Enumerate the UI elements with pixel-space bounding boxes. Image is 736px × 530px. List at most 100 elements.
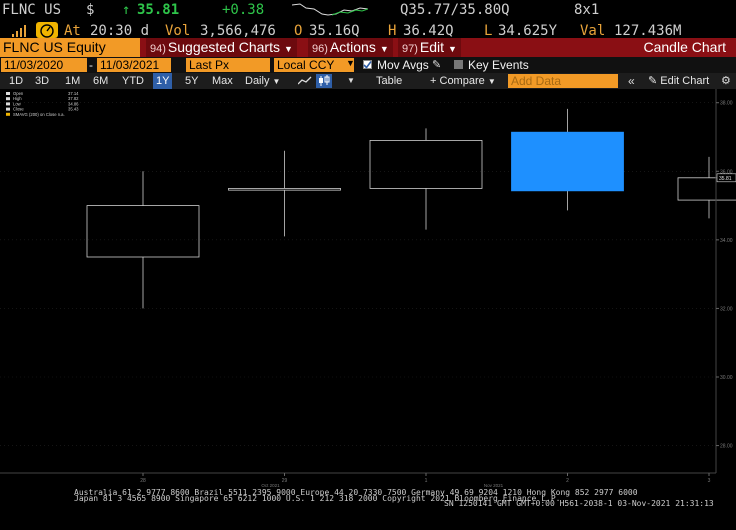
bid-ask: Q35.77/35.80Q — [400, 2, 510, 18]
candle-body — [228, 188, 341, 191]
legend-swatch — [6, 112, 10, 116]
last-time: 20:30 d — [90, 23, 150, 39]
frequency-select[interactable]: Daily ▼ — [245, 73, 280, 89]
chevron-down-icon: ▼ — [272, 77, 281, 86]
suggested-charts-number: 94) — [150, 43, 166, 55]
security-input[interactable]: FLNC US Equity — [0, 38, 140, 57]
edit-chart-label: Edit Chart — [660, 75, 710, 87]
speedometer-icon[interactable] — [36, 22, 58, 38]
vol-label: Vol — [165, 23, 191, 39]
legend-swatch — [6, 92, 10, 95]
candle-chart-icon[interactable] — [316, 74, 332, 88]
y-tick-label: 30.00 — [720, 375, 733, 381]
collapse-arrows-icon[interactable]: « — [628, 73, 635, 89]
val-label: Val — [580, 23, 606, 39]
legend-value: 35.43 — [68, 107, 79, 112]
candle-body-highlighted — [511, 131, 624, 192]
open-value: 35.16Q — [309, 23, 360, 39]
start-date-input[interactable]: 11/03/2020 — [1, 58, 87, 72]
period-toolbar: 1D 3D 1M 6M YTD 1Y 5Y Max Daily ▼ ▼ Tabl… — [0, 73, 736, 89]
period-3d[interactable]: 3D — [35, 73, 49, 89]
compare-label: Compare — [439, 75, 485, 87]
compare-button[interactable]: + Compare ▼ — [430, 73, 496, 89]
x-axis: 28 29 1 2 3Oct 2021 Nov 2021 — [0, 472, 716, 487]
low-label: L — [484, 23, 493, 39]
bid-ask-size: 8x1 — [574, 2, 600, 18]
chevron-down-icon: ▼ — [283, 44, 293, 54]
frequency-label: Daily — [245, 75, 270, 87]
end-date-input[interactable]: 11/03/2021 — [97, 58, 171, 72]
actions-number: 96) — [312, 43, 328, 55]
traded-value: 127.436M — [614, 23, 682, 39]
ticker-label: FLNC US — [2, 2, 62, 18]
y-axis: 38.0036.0034.0032.0030.0028.0035.81 — [715, 89, 736, 473]
x-tick-label: 28 — [140, 478, 146, 484]
plus-icon: + — [430, 75, 437, 87]
date-range-dash: - — [89, 58, 93, 72]
open-label: O — [294, 23, 303, 39]
chevron-down-icon: ▼ — [487, 77, 496, 86]
add-data-input[interactable]: Add Data — [508, 74, 618, 88]
legend-swatch — [6, 97, 10, 101]
signal-bars-icon — [12, 25, 26, 37]
candle-series — [86, 108, 736, 309]
footer: Australia 61 2 9777 8600 Brazil 5511 239… — [0, 487, 736, 530]
key-events-label: Key Events — [468, 58, 529, 72]
chart-type-title: Candle Chart — [643, 39, 727, 55]
chevron-down-icon: ▼ — [346, 58, 355, 68]
period-1y[interactable]: 1Y — [153, 73, 173, 89]
last-price-label: 35.81 — [719, 176, 732, 182]
edit-button[interactable]: 97) Edit ▼ — [398, 38, 461, 57]
quote-bar: FLNC US $ ↑ 35.81 +0.38 Q35.77/35.80Q 8x… — [0, 0, 736, 21]
function-toolbar: FLNC US Equity 94) Suggested Charts ▼ 96) A… — [0, 38, 736, 57]
y-tick-label: 28.00 — [720, 444, 733, 450]
gear-icon[interactable]: ⚙ — [721, 73, 731, 89]
edit-chart-button[interactable]: ✎ Edit Chart — [648, 73, 709, 89]
legend-label: SMAVG (200) — [13, 112, 39, 117]
period-max[interactable]: Max — [212, 73, 233, 89]
period-1m[interactable]: 1M — [65, 73, 80, 89]
y-tick-label: 34.00 — [720, 238, 733, 244]
high-value: 36.42Q — [403, 23, 454, 39]
high-label: H — [388, 23, 397, 39]
chart-legend: Open 37.14High 37.82Low 34.86Close 35.43SMAV… — [6, 91, 79, 117]
low-value: 34.625Y — [498, 23, 558, 39]
edit-number: 97) — [402, 43, 418, 55]
suggested-charts-label: Suggested Charts — [167, 39, 280, 55]
mov-avgs-label: Mov Avgs — [377, 58, 429, 72]
y-tick-label: 38.00 — [720, 101, 733, 107]
candle-body — [86, 205, 200, 258]
edit-label: Edit — [419, 39, 445, 55]
pencil-icon[interactable]: ✎ — [432, 57, 441, 73]
table-button[interactable]: Table — [376, 73, 402, 89]
chevron-down-icon: ▼ — [379, 44, 389, 54]
legend-value: on Close n.a. — [40, 112, 65, 117]
key-events-checkbox[interactable] — [454, 60, 463, 69]
period-ytd[interactable]: YTD — [122, 73, 144, 89]
x-tick-label: 29 — [282, 478, 288, 484]
suggested-charts-button[interactable]: 94) Suggested Charts ▼ — [146, 38, 297, 57]
candle-body — [369, 140, 483, 189]
line-chart-icon[interactable] — [298, 76, 312, 86]
period-5y[interactable]: 5Y — [185, 73, 198, 89]
period-1d[interactable]: 1D — [9, 73, 23, 89]
currency-select[interactable]: Local CCY — [274, 58, 354, 72]
candle-chart[interactable]: Open 37.14High 37.82Low 34.86Close 35.43SMAV… — [0, 89, 736, 487]
price-change: +0.38 — [222, 2, 265, 18]
chevron-down-icon: ▼ — [448, 44, 457, 54]
up-arrow-icon: ↑ — [122, 2, 131, 18]
footer-session-info: SN 1250141 GMT GMT+0:00 H561-2038-1 03-N… — [444, 499, 714, 508]
sparkline-icon — [292, 3, 368, 16]
chart-settings-bar: 11/03/2020 - 11/03/2021 Last Px Local CC… — [0, 57, 736, 73]
chevron-down-icon[interactable]: ▼ — [347, 76, 355, 85]
actions-label: Actions — [329, 39, 376, 55]
period-6m[interactable]: 6M — [93, 73, 108, 89]
price-field-select[interactable]: Last Px — [186, 58, 270, 72]
x-tick-label: 1 — [425, 478, 428, 484]
x-tick-label: 3 — [708, 478, 711, 484]
legend-swatch — [6, 107, 10, 111]
last-price: 35.81 — [137, 2, 180, 18]
actions-button[interactable]: 96) Actions ▼ — [308, 38, 393, 57]
mov-avgs-checkbox[interactable] — [363, 60, 372, 69]
currency-symbol: $ — [86, 2, 95, 18]
